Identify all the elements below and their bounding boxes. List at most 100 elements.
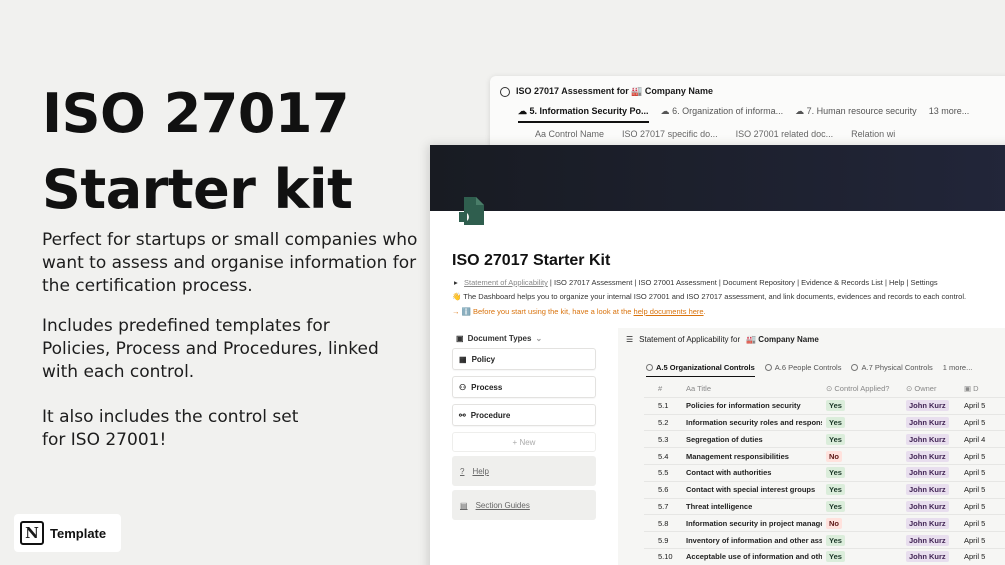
- table-row[interactable]: 5.6 Contact with special interest groups Y…: [644, 482, 1005, 499]
- row-title[interactable]: Contact with special interest groups: [682, 485, 822, 494]
- tab-a5[interactable]: A.5 Organizational Controls: [646, 363, 755, 377]
- applied-tag: Yes: [826, 433, 845, 445]
- table-row[interactable]: 5.7 Threat intelligence Yes John Kurz April …: [644, 499, 1005, 516]
- row-owner[interactable]: John Kurz: [902, 450, 960, 462]
- owner-tag: John Kurz: [906, 416, 949, 428]
- row-applied[interactable]: Yes: [822, 534, 902, 546]
- row-owner[interactable]: John Kurz: [902, 416, 960, 428]
- row-owner[interactable]: John Kurz: [902, 467, 960, 479]
- row-number: 5.1: [658, 401, 669, 411]
- card-process[interactable]: ⚇ Process: [452, 376, 596, 398]
- row-number: 5.6: [658, 485, 669, 495]
- row-applied[interactable]: Yes: [822, 500, 902, 512]
- column-header-applied[interactable]: ⊙ Control Applied?: [822, 384, 902, 393]
- row-applied[interactable]: Yes: [822, 551, 902, 563]
- row-title[interactable]: Information security roles and responsib: [682, 418, 822, 427]
- table-row[interactable]: 5.3 Segregation of duties Yes John Kurz Apri…: [644, 431, 1005, 449]
- procedure-icon: ⚯: [459, 410, 466, 420]
- hero-description: Perfect for startups or small companies …: [42, 229, 417, 298]
- tab-more[interactable]: 1 more...: [943, 363, 973, 377]
- column-header[interactable]: Aa Control Name: [535, 129, 604, 139]
- row-owner[interactable]: John Kurz: [902, 534, 960, 546]
- table-row[interactable]: 5.5 Contact with authorities Yes John Kurz A…: [644, 465, 1005, 482]
- help-callout-suffix: .: [703, 307, 706, 316]
- owner-tag: John Kurz: [906, 484, 949, 496]
- column-header-number[interactable]: #: [644, 384, 682, 393]
- document-types-label: Document Types: [467, 333, 532, 343]
- assessment-title: ISO 27017 Assessment for 🏭 Company Name: [500, 86, 713, 97]
- card-policy[interactable]: ▦ Policy: [452, 348, 596, 370]
- row-owner[interactable]: John Kurz: [902, 400, 960, 412]
- row-owner[interactable]: John Kurz: [902, 551, 960, 563]
- column-header-owner[interactable]: ⊙ Owner: [902, 384, 960, 393]
- card-procedure[interactable]: ⚯ Procedure: [452, 404, 596, 426]
- tab-information-security[interactable]: ☁ 5. Information Security Po...: [518, 106, 649, 123]
- nav-link-soa[interactable]: Statement of Applicability: [464, 278, 548, 287]
- owner-tag: John Kurz: [906, 517, 949, 529]
- row-date: April 5: [964, 417, 986, 427]
- applied-tag: Yes: [826, 400, 845, 412]
- row-applied[interactable]: Yes: [822, 416, 902, 428]
- hero-desc-line: with each control.: [42, 362, 195, 382]
- table-row[interactable]: 5.1 Policies for information security Yes J…: [644, 398, 1005, 415]
- row-applied[interactable]: No: [822, 450, 902, 462]
- row-title[interactable]: Management responsibilities: [682, 452, 822, 461]
- toggle-arrow-icon[interactable]: ▸: [454, 278, 458, 287]
- column-header-title[interactable]: Aa Title: [682, 384, 822, 393]
- row-owner[interactable]: John Kurz: [902, 517, 960, 529]
- row-number: 5.4: [658, 451, 669, 461]
- column-header[interactable]: ISO 27017 specific do...: [622, 129, 718, 139]
- row-number: 5.9: [658, 535, 669, 545]
- tab-human-resource[interactable]: ☁ 7. Human resource security: [795, 106, 917, 123]
- page-title: ISO 27017 Starter Kit: [452, 252, 611, 269]
- circle-icon: [764, 364, 772, 371]
- circle-icon: [646, 364, 653, 371]
- row-title[interactable]: Contact with authorities: [682, 468, 822, 477]
- row-date: April 5: [964, 485, 986, 495]
- section-guides[interactable]: ▤ Section Guides: [452, 490, 596, 520]
- applied-tag: Yes: [826, 534, 845, 546]
- help-docs-link[interactable]: help documents here: [634, 307, 704, 316]
- row-applied[interactable]: No: [822, 517, 902, 529]
- row-applied[interactable]: Yes: [822, 400, 902, 412]
- owner-tag: John Kurz: [906, 534, 949, 546]
- guide-icon: ▤: [460, 500, 468, 510]
- template-badge[interactable]: N Template: [14, 514, 121, 552]
- new-card-button[interactable]: + New: [452, 432, 596, 452]
- row-applied[interactable]: Yes: [822, 467, 902, 479]
- row-owner[interactable]: John Kurz: [902, 433, 960, 445]
- table-row[interactable]: 5.9 Inventory of information and other as…: [644, 532, 1005, 549]
- column-header[interactable]: Relation wi: [851, 129, 895, 139]
- list-icon: ☰: [626, 335, 634, 344]
- row-title[interactable]: Inventory of information and other assoc: [682, 536, 822, 545]
- column-header[interactable]: ISO 27001 related doc...: [736, 129, 834, 139]
- row-owner[interactable]: John Kurz: [902, 484, 960, 496]
- tab-a6[interactable]: A.6 People Controls: [764, 363, 841, 377]
- row-number: 5.7: [658, 501, 669, 511]
- row-title[interactable]: Policies for information security: [682, 401, 822, 410]
- nav-links-rest[interactable]: | ISO 27017 Assessment | ISO 27001 Asses…: [548, 278, 938, 287]
- table-row[interactable]: 5.4 Management responsibilities No John Kur…: [644, 448, 1005, 465]
- help-section[interactable]: ? Help: [452, 456, 596, 486]
- row-owner[interactable]: John Kurz: [902, 500, 960, 512]
- hero-desc-line: for ISO 27001!: [42, 430, 167, 450]
- table-row[interactable]: 5.8 Information security in project manag…: [644, 515, 1005, 533]
- tab-more[interactable]: 13 more...: [929, 106, 970, 123]
- table-row[interactable]: 5.2 Information security roles and respon…: [644, 415, 1005, 432]
- tab-a7[interactable]: A.7 Physical Controls: [851, 363, 933, 377]
- row-title[interactable]: Threat intelligence: [682, 502, 822, 511]
- starter-kit-window: ISO 27017 Starter Kit ▸ Statement of App…: [430, 145, 1005, 565]
- row-title[interactable]: Segregation of duties: [682, 435, 822, 444]
- column-header-date[interactable]: ▣ D: [960, 384, 1000, 393]
- row-title[interactable]: Acceptable use of information and other: [682, 552, 822, 561]
- assessment-columns: Aa Control Name ISO 27017 specific do...…: [535, 129, 895, 139]
- row-applied[interactable]: Yes: [822, 484, 902, 496]
- tab-label: 5. Information Security Po...: [529, 106, 649, 116]
- table-row[interactable]: 5.10 Acceptable use of information and ot…: [644, 549, 1005, 565]
- row-title[interactable]: Information security in project managem: [682, 519, 822, 528]
- tab-organization[interactable]: ☁ 6. Organization of informa...: [661, 106, 784, 123]
- hero-title-line2: Starter kit: [42, 158, 353, 221]
- row-applied[interactable]: Yes: [822, 433, 902, 445]
- hero-desc-line: It also includes the control set: [42, 407, 299, 427]
- document-types-header[interactable]: ▣ Document Types ⌄: [452, 328, 596, 348]
